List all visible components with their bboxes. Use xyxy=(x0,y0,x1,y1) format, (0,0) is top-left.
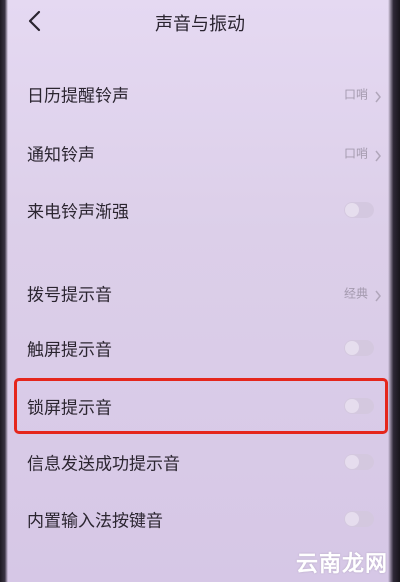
toggle-switch[interactable] xyxy=(344,398,374,414)
toggle-knob xyxy=(345,399,359,413)
setting-label: 内置输入法按键音 xyxy=(27,511,163,532)
setting-value: 口哨 xyxy=(343,146,368,161)
settings-page: 声音与振动 日历提醒铃声 口哨 通知铃声 口哨 来电铃声渐强 拨号提示音 经典 … xyxy=(0,0,400,582)
toggle-knob xyxy=(345,512,359,526)
setting-value: 口哨 xyxy=(343,87,368,102)
phone-bezel-right xyxy=(388,0,400,582)
setting-label: 拨号提示音 xyxy=(27,285,112,306)
setting-label: 来电铃声渐强 xyxy=(27,202,129,223)
toggle-switch[interactable] xyxy=(344,454,374,470)
toggle-switch[interactable] xyxy=(344,202,374,218)
setting-value: 经典 xyxy=(343,286,368,301)
toggle-knob xyxy=(345,455,359,469)
chevron-right-icon xyxy=(374,287,382,302)
setting-label: 锁屏提示音 xyxy=(27,398,112,419)
setting-label: 日历提醒铃声 xyxy=(27,86,129,107)
setting-row-message-sent-tone[interactable]: 信息发送成功提示音 xyxy=(16,436,388,488)
setting-row-calendar-ringtone[interactable]: 日历提醒铃声 口哨 xyxy=(16,68,388,120)
chevron-right-icon xyxy=(374,88,382,103)
setting-label: 触屏提示音 xyxy=(27,340,112,361)
toggle-switch[interactable] xyxy=(344,511,374,527)
setting-row-notification-ringtone[interactable]: 通知铃声 口哨 xyxy=(16,127,388,179)
setting-row-incoming-ringtone-crescendo[interactable]: 来电铃声渐强 xyxy=(16,184,388,236)
setting-row-keyboard-tone[interactable]: 内置输入法按键音 xyxy=(16,493,388,545)
watermark-text: 云南龙网 xyxy=(295,552,388,577)
setting-row-dial-tone[interactable]: 拨号提示音 经典 xyxy=(16,267,388,319)
chevron-right-icon xyxy=(374,147,382,162)
setting-label: 通知铃声 xyxy=(27,145,95,166)
page-title: 声音与振动 xyxy=(155,14,245,35)
setting-label: 信息发送成功提示音 xyxy=(27,454,180,475)
header-bar: 声音与振动 xyxy=(0,0,400,44)
toggle-knob xyxy=(345,341,359,355)
setting-row-lock-screen-tone[interactable]: 锁屏提示音 xyxy=(16,380,388,432)
toggle-switch[interactable] xyxy=(344,340,374,356)
setting-row-touch-tone[interactable]: 触屏提示音 xyxy=(16,322,388,374)
phone-bezel-left xyxy=(0,0,8,582)
toggle-knob xyxy=(345,203,359,217)
